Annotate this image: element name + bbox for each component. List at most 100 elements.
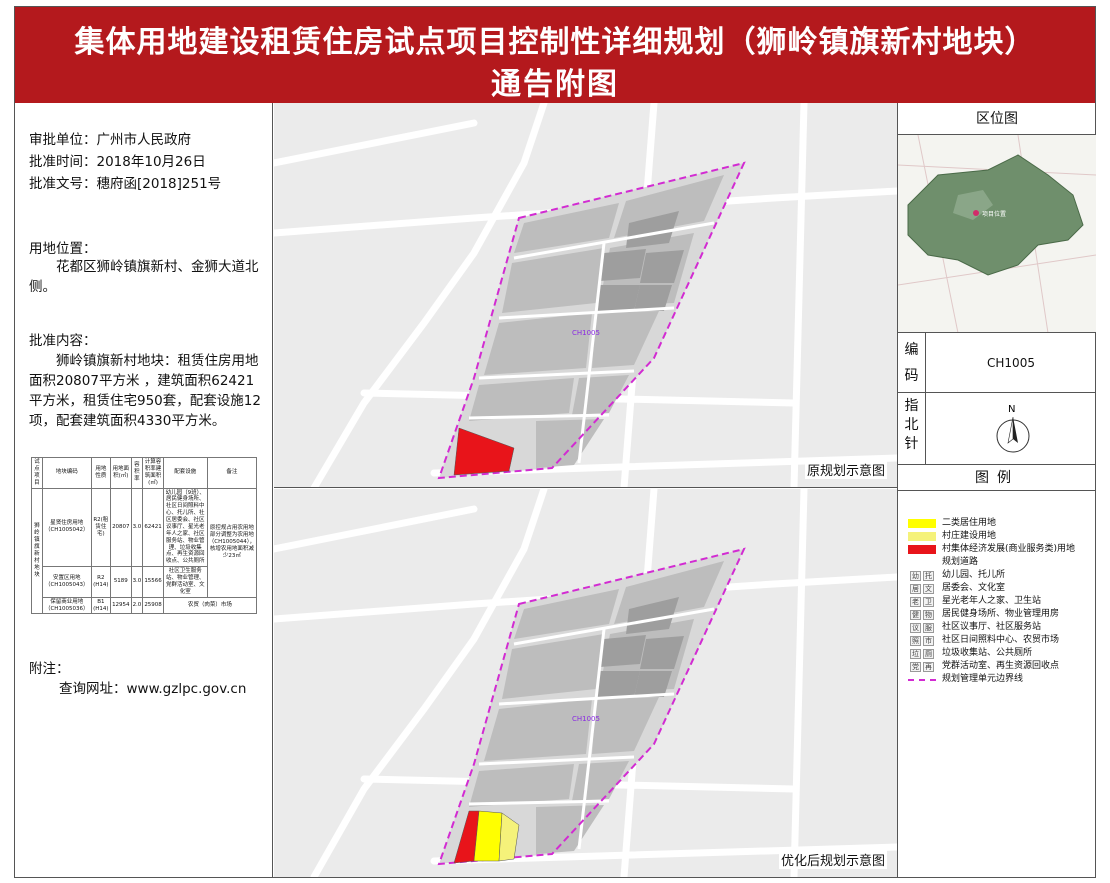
cell-code: 保留商业用地（CH1005036） (41, 596, 92, 615)
project-location-marker (973, 210, 979, 216)
committee-icon: 居文 (910, 584, 934, 594)
legend-item: 居文 居委会、文化室 (908, 582, 1094, 595)
legend-item: 村集体经济发展(商业服务类)用地 (908, 543, 1094, 556)
legend-label: 二类居住用地 (942, 518, 997, 528)
legend-label: 党群活动室、再生资源回收点 (942, 661, 1060, 671)
daycare-market-icon: 照市 (910, 636, 934, 646)
original-plan-map: CH1005 原规划示意图 (274, 103, 897, 488)
code-key: 编码 (898, 333, 926, 393)
cell-facilities: 社区卫生服务站、物业管理、党群活动室、文化室 (162, 566, 208, 598)
right-sidebar: 区位图 项目位置 编码 CH1005 指北针 N 图例 二类居住用地 村庄建设用… (897, 103, 1096, 877)
legend: 二类居住用地 村庄建设用地 村集体经济发展(商业服务类)用地 规划道路 幼托 幼… (908, 517, 1094, 686)
poster-frame: 集体用地建设租赁住房试点项目控制性详细规划（狮岭镇旗新村地块） 通告附图 审批单… (14, 6, 1096, 878)
location-map: 项目位置 (898, 135, 1096, 333)
legend-label: 村庄建设用地 (942, 531, 997, 541)
cell-nature: R2 (H14) (90, 566, 112, 598)
cell-nature: B1 (H14) (90, 596, 112, 615)
legend-item: 党再 党群活动室、再生资源回收点 (908, 660, 1094, 673)
table-row: 狮岭镇旗新村地块 星贤住房用地（CH1005042） R2(租赁住宅) 2080… (31, 487, 258, 615)
notes-heading: 附注： (29, 661, 70, 677)
col-header-facilities: 配套设施 (162, 457, 208, 489)
original-plan-caption: 原规划示意图 (804, 460, 887, 479)
cell-far: 3.0 (130, 566, 144, 598)
legend-item: 照市 社区日间照料中心、农贸市场 (908, 634, 1094, 647)
cell-gfa: 62421 (142, 487, 164, 568)
party-recycle-icon: 党再 (910, 662, 934, 672)
cell-far: 2.0 (130, 596, 144, 615)
legend-swatch-yellow (908, 519, 936, 528)
legend-item: 幼托 幼儿园、托儿所 (908, 569, 1094, 582)
legend-item: 二类居住用地 (908, 517, 1094, 530)
col-header-project: 试点项目 (31, 457, 43, 489)
code-value: CH1005 (987, 356, 1035, 370)
cell-code: 安置区用地（CH1005043） (41, 566, 92, 598)
cell-remark: 原控规占用农用地部分调整为农用地（CH1005044），核增农用地面积减少23㎡ (206, 487, 258, 598)
unit-label: CH1005 (572, 329, 600, 337)
cell-gfa: 15566 (142, 566, 164, 598)
boundary-line-swatch (908, 679, 936, 681)
cell-area: 12954 (110, 596, 132, 615)
cell-facilities: 农贸（肉菜）市场 (162, 596, 258, 615)
content-heading: 批准内容： (29, 333, 97, 349)
legend-label: 规划道路 (942, 557, 979, 567)
title-banner: 集体用地建设租赁住房试点项目控制性详细规划（狮岭镇旗新村地块） 通告附图 (15, 7, 1095, 103)
legend-swatch-red (908, 545, 936, 554)
legend-item: 规划管理单元边界线 (908, 673, 1094, 686)
approval-doc-number: 批准文号：穗府函[2018]251号 (29, 176, 222, 192)
legend-label: 幼儿园、托儿所 (942, 570, 1006, 580)
fitness-icon: 健物 (910, 610, 934, 620)
col-header-far: 容积率 (130, 457, 144, 489)
col-header-code: 地块编码 (41, 457, 92, 489)
legend-item: 议服 社区议事厅、社区服务站 (908, 621, 1094, 634)
cell-far: 3.0 (130, 487, 144, 568)
optimized-plan-drawing: CH1005 (274, 489, 897, 877)
community-hall-icon: 议服 (910, 623, 934, 633)
north-key: 指北针 (898, 393, 926, 465)
table-row: 保留商业用地（CH1005036） B1 (H14) 12954 2.0 259… (32, 596, 258, 615)
location-map-heading: 区位图 (898, 103, 1096, 135)
col-header-area: 用地面积(㎡) (110, 457, 132, 489)
legend-item: 老卫 星光老年人之家、卫生站 (908, 595, 1094, 608)
legend-item: 健物 居民健身场所、物业管理用房 (908, 608, 1094, 621)
original-plan-drawing: CH1005 (274, 103, 897, 487)
legend-label: 村集体经济发展(商业服务类)用地 (942, 544, 1076, 554)
legend-label: 社区议事厅、社区服务站 (942, 622, 1042, 632)
approval-info: 审批单位：广州市人民政府 批准时间：2018年10月26日 批准文号：穗府函[2… (29, 129, 221, 195)
legend-item: 村庄建设用地 (908, 530, 1094, 543)
optimized-plan-map: CH1005 优化后规划示意图 (274, 489, 897, 877)
location-text: 花都区狮岭镇旗新村、金狮大道北侧。 (29, 259, 259, 295)
location-heading: 用地位置： (29, 241, 97, 257)
info-panel: 审批单位：广州市人民政府 批准时间：2018年10月26日 批准文号：穗府函[2… (15, 103, 273, 877)
kindergarten-icon: 幼托 (910, 571, 934, 581)
project-location-label: 项目位置 (982, 210, 1006, 218)
col-header-gfa: 计算容积率建筑面积(㎡) (142, 457, 164, 489)
query-url: 查询网址：www.gzlpc.gov.cn (59, 681, 247, 697)
north-arrow-icon: N (996, 404, 1030, 453)
rental-housing-parcel-yellow (473, 810, 503, 862)
legend-item: 规划道路 (908, 556, 1094, 569)
col-header-remark: 备注 (206, 457, 258, 489)
cell-project: 狮岭镇旗新村地块 (31, 487, 43, 615)
approval-unit: 审批单位：广州市人民政府 (29, 132, 191, 148)
north-arrow-section: 指北针 N (898, 393, 1096, 465)
cell-facilities: 幼儿园（9班）、居民健身场所、社区日间照料中心、托儿所、社区居委会、社区议事厅、… (162, 487, 208, 568)
cell-area: 5189 (110, 566, 132, 598)
legend-label: 星光老年人之家、卫生站 (942, 596, 1042, 606)
unit-label: CH1005 (572, 715, 600, 723)
elderly-home-icon: 老卫 (910, 597, 934, 607)
garbage-toilet-icon: 垃厕 (910, 649, 934, 659)
optimized-plan-caption: 优化后规划示意图 (778, 850, 887, 869)
table-header-row: 试点项目 地块编码 用地性质 用地面积(㎡) 容积率 计算容积率建筑面积(㎡) … (31, 457, 258, 489)
code-section: 编码 CH1005 (898, 333, 1096, 393)
location-map-drawing: 项目位置 (898, 135, 1096, 332)
legend-heading: 图例 (898, 465, 1096, 491)
col-header-nature: 用地性质 (90, 457, 112, 489)
cell-code: 星贤住房用地（CH1005042） (41, 487, 92, 568)
approval-time: 批准时间：2018年10月26日 (29, 154, 206, 170)
legend-swatch-light-yellow (908, 532, 936, 541)
legend-label: 居委会、文化室 (942, 583, 1006, 593)
legend-label: 规划管理单元边界线 (942, 674, 1024, 684)
title-line-1: 集体用地建设租赁住房试点项目控制性详细规划（狮岭镇旗新村地块） (74, 25, 1036, 60)
cell-gfa: 25908 (142, 596, 164, 615)
legend-item: 垃厕 垃圾收集站、公共厕所 (908, 647, 1094, 660)
